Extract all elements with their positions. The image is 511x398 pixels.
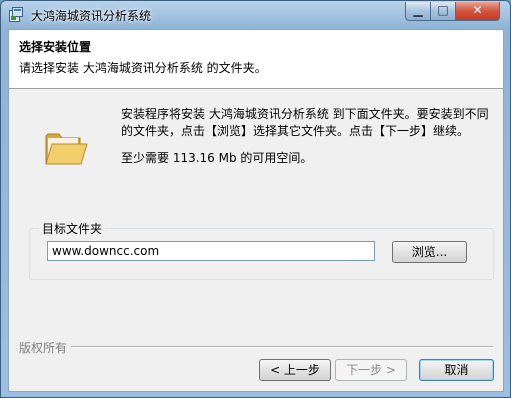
installer-window: 大鸿海城资讯分析系统 ▁ □ ✕ 选择安装位置 请选择安装 大鸿海城资讯分析系统… (0, 0, 511, 398)
page-subtitle: 请选择安装 大鸿海城资讯分析系统 的文件夹。 (19, 61, 267, 75)
footer-divider (19, 346, 493, 348)
close-button[interactable]: ✕ (455, 2, 500, 21)
back-button[interactable]: < 上一步 (259, 359, 331, 381)
page-title: 选择安装位置 (19, 40, 92, 54)
next-button[interactable]: 下一步 > (335, 359, 407, 381)
title-bar[interactable]: 大鸿海城资讯分析系统 ▁ □ ✕ (1, 1, 510, 29)
maximize-button[interactable]: □ (430, 2, 456, 21)
browse-button[interactable]: 浏览... (392, 241, 467, 263)
destination-group-label: 目标文件夹 (39, 220, 106, 237)
installer-page: 选择安装位置 请选择安装 大鸿海城资讯分析系统 的文件夹。 安装程序将安装 大鸿… (8, 29, 504, 392)
cancel-button[interactable]: 取消 (419, 359, 494, 381)
folder-icon (45, 133, 88, 165)
branding-text: 版权所有 (19, 339, 72, 356)
space-required: 至少需要 113.16 Mb 的可用空间。 (121, 151, 313, 165)
minimize-button[interactable]: ▁ (405, 2, 431, 21)
window-title: 大鸿海城资讯分析系统 (31, 9, 152, 23)
destination-path-input[interactable]: www.downcc.com (47, 241, 375, 261)
install-description: 安装程序将安装 大鸿海城资讯分析系统 到下面文件夹。要安装到不同的文件夹，点击【… (121, 107, 489, 138)
page-header: 选择安装位置 请选择安装 大鸿海城资讯分析系统 的文件夹。 (9, 30, 503, 89)
installer-icon (9, 7, 23, 22)
